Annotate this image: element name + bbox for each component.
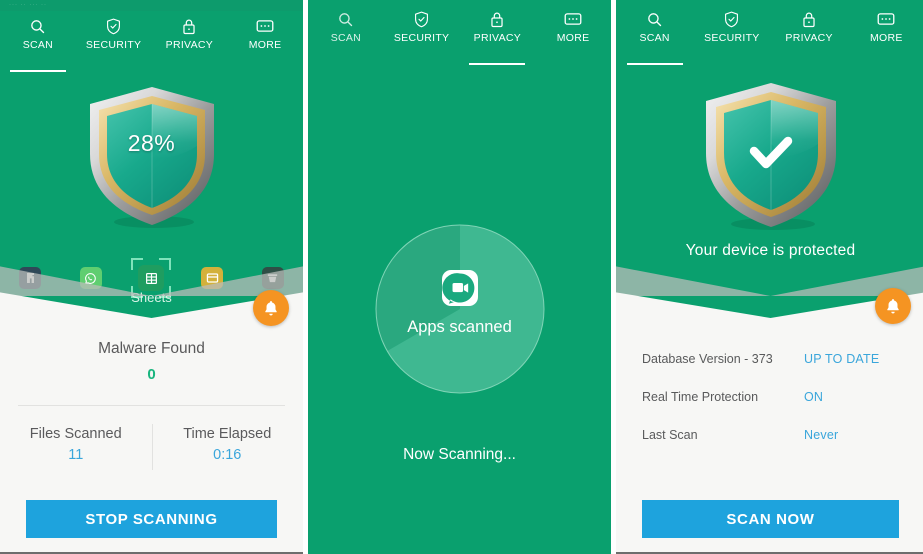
scan-progress-shield: 28%	[84, 82, 220, 230]
tab-security[interactable]: SECURITY	[76, 11, 152, 65]
panel3-tab-bar: SCAN SECURITY PRIVACY MORE	[616, 4, 923, 65]
tab-privacy[interactable]: PRIVACY	[771, 4, 848, 58]
stat-value: 0:16	[213, 447, 242, 463]
tab-security-label: SECURITY	[393, 32, 450, 44]
stop-scanning-button[interactable]: STOP SCANNING	[26, 500, 277, 538]
tab-privacy[interactable]: PRIVACY	[152, 11, 228, 65]
shield-check-icon	[724, 9, 739, 29]
device-status-card: Database Version - 373 UP TO DATE Real T…	[616, 318, 923, 554]
screen-now-scanning: SCAN SECURITY PRIVACY MORE Apps scanned …	[308, 0, 611, 554]
status-bar-glyphs: ··· ·· ··· ··	[9, 2, 47, 8]
search-icon	[646, 9, 663, 29]
screen-scanning: ··· ·· ··· ·· SCAN SECURITY PRIVACY MORE…	[0, 0, 303, 554]
scan-stats-card: Malware Found 0 Files Scanned 11 Time El…	[0, 318, 303, 554]
bell-icon	[265, 300, 277, 315]
info-row-real-time-protection: Real Time Protection ON	[616, 378, 923, 416]
info-label: Database Version - 373	[642, 352, 773, 366]
more-dots-icon	[564, 9, 582, 29]
lock-icon	[802, 9, 816, 29]
scan-percent-label: 28%	[127, 130, 176, 156]
lock-icon	[490, 9, 504, 29]
info-label: Last Scan	[642, 428, 698, 442]
bell-icon	[887, 298, 899, 313]
tab-security-label: SECURITY	[85, 39, 142, 51]
tab-more-label: MORE	[870, 32, 903, 44]
tab-scan-label: SCAN	[639, 32, 670, 44]
tab-more-label: MORE	[248, 39, 282, 51]
tab-active-underline	[9, 69, 66, 72]
duo-glyph	[441, 273, 474, 304]
stats-divider	[18, 405, 285, 406]
tab-scan[interactable]: SCAN	[616, 4, 693, 65]
progress-circle-graphic	[375, 224, 544, 394]
tab-security-label: SECURITY	[704, 32, 760, 44]
tab-scan-label: SCAN	[330, 32, 362, 44]
tab-active-underline	[469, 62, 526, 65]
info-label: Real Time Protection	[642, 390, 759, 404]
tab-more[interactable]: MORE	[535, 4, 611, 58]
search-icon	[29, 16, 46, 36]
info-value: ON	[804, 390, 824, 404]
tab-privacy-label: PRIVACY	[165, 39, 214, 51]
malware-found-count: 0	[147, 366, 156, 383]
tab-more-label: MORE	[556, 32, 590, 44]
notifications-fab-button[interactable]	[253, 290, 289, 326]
apps-scanned-progress-circle: Apps scanned	[375, 224, 545, 394]
shield-check-icon	[414, 9, 429, 29]
tab-more[interactable]: MORE	[227, 11, 303, 65]
panel1-green-header: ··· ·· ··· ·· SCAN SECURITY PRIVACY MORE…	[0, 0, 303, 318]
tab-security[interactable]: SECURITY	[693, 4, 770, 58]
stat-label: Files Scanned	[29, 426, 122, 442]
scan-now-button[interactable]: SCAN NOW	[642, 500, 899, 538]
tab-privacy[interactable]: PRIVACY	[460, 4, 536, 65]
header-chevron-shadow	[616, 266, 923, 296]
panel3-green-header: SCAN SECURITY PRIVACY MORE Your device i…	[616, 0, 923, 318]
tab-scan[interactable]: SCAN	[0, 11, 76, 72]
shield-check-graphic	[705, 83, 836, 230]
protected-shield	[700, 78, 842, 232]
android-status-bar: ··· ·· ··· ··	[0, 0, 303, 11]
notifications-fab-button[interactable]	[875, 288, 911, 324]
tab-security[interactable]: SECURITY	[384, 4, 460, 58]
info-value: Never	[804, 428, 839, 442]
more-dots-icon	[877, 9, 895, 29]
tab-more[interactable]: MORE	[848, 4, 923, 58]
stat-files-scanned: Files Scanned 11	[0, 426, 152, 463]
info-row-last-scan: Last Scan Never	[616, 416, 923, 454]
tab-scan-label: SCAN	[22, 39, 54, 51]
panel2-tab-bar: SCAN SECURITY PRIVACY MORE	[308, 4, 611, 65]
tab-privacy-label: PRIVACY	[785, 32, 833, 44]
tab-scan[interactable]: SCAN	[308, 4, 384, 58]
stat-label: Time Elapsed	[183, 426, 272, 442]
more-dots-icon	[256, 16, 274, 36]
info-row-database-version: Database Version - 373 UP TO DATE	[616, 340, 923, 378]
stats-vertical-divider	[151, 424, 153, 470]
search-icon	[337, 9, 354, 29]
malware-found-label: Malware Found	[98, 340, 205, 357]
tab-privacy-label: PRIVACY	[473, 32, 522, 44]
panel1-tab-bar: SCAN SECURITY PRIVACY MORE	[0, 11, 303, 72]
stat-time-elapsed: Time Elapsed 0:16	[152, 426, 304, 463]
scan-stats-row: Files Scanned 11 Time Elapsed 0:16	[0, 424, 304, 470]
tab-active-underline	[626, 62, 683, 65]
lock-icon	[182, 16, 196, 36]
shield-check-icon	[106, 16, 121, 36]
info-value: UP TO DATE	[804, 352, 880, 366]
now-scanning-status: Now Scanning...	[403, 446, 516, 463]
protected-headline: Your device is protected	[685, 242, 856, 259]
screen-protected: SCAN SECURITY PRIVACY MORE Your device i…	[616, 0, 923, 554]
apps-scanned-label: Apps scanned	[407, 318, 512, 336]
duo-video-chat-icon	[441, 270, 478, 306]
screenshot-root: ··· ·· ··· ·· SCAN SECURITY PRIVACY MORE…	[0, 0, 923, 554]
sheets-app-icon	[138, 265, 165, 291]
stat-value: 11	[68, 447, 84, 463]
